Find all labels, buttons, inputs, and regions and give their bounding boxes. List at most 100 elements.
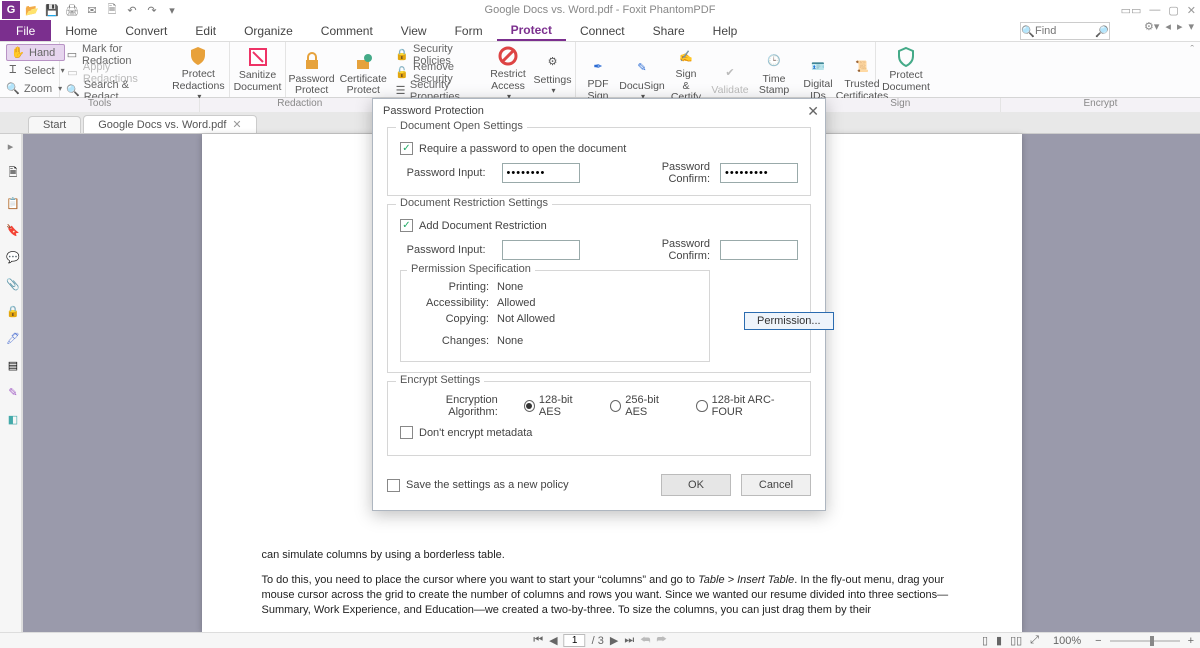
menu-home[interactable]: Home xyxy=(51,20,111,41)
close-tab-icon[interactable]: ✕ xyxy=(232,118,241,131)
alg-arcfour-radio[interactable]: 128-bit ARC-FOUR xyxy=(696,394,798,418)
ribbon-options-icon[interactable]: ⚙▾ xyxy=(1144,20,1159,33)
menu-convert[interactable]: Convert xyxy=(111,20,181,41)
search-redact[interactable]: 🔍Search & Redact xyxy=(66,82,162,99)
view-single-icon[interactable]: ▯ xyxy=(982,634,988,647)
view-continuous-icon[interactable]: ▮ xyxy=(996,634,1002,647)
tab-current-doc[interactable]: Google Docs vs. Word.pdf✕ xyxy=(83,115,256,133)
panel-review-icon[interactable]: ✎ xyxy=(8,386,17,399)
panel-signatures-icon[interactable]: 🖊 xyxy=(6,332,20,345)
panel-layers-icon[interactable]: ◧ xyxy=(8,413,18,426)
password-protect[interactable]: Password Protect xyxy=(286,47,337,99)
zoom-slider[interactable] xyxy=(1110,640,1180,642)
page-number-input[interactable] xyxy=(564,634,586,647)
close-window-icon[interactable]: ✕ xyxy=(1187,4,1196,17)
restrict-password-confirm[interactable] xyxy=(720,240,798,260)
save-icon[interactable]: 💾 xyxy=(44,2,60,18)
page-body-text: can simulate columns by using a borderle… xyxy=(262,548,962,627)
open-password-input[interactable] xyxy=(502,163,580,183)
status-bar: ⏮ ◀ / 3 ▶ ⏭ ⮪ ⮫ ▯ ▮ ▯▯ ⤢ 100% − + xyxy=(0,632,1200,648)
nav-fwd-icon[interactable]: ▸ xyxy=(1177,20,1183,33)
nav-history-fwd-icon[interactable]: ⮫ xyxy=(656,634,666,647)
redo-icon[interactable]: ↷ xyxy=(144,2,160,18)
menu-bar: File Home Convert Edit Organize Comment … xyxy=(0,20,1200,42)
permission-button[interactable]: Permission... xyxy=(744,312,834,330)
restrict-password-input[interactable] xyxy=(502,240,580,260)
panel-page-icon[interactable]: 🗎 xyxy=(9,164,18,183)
add-restriction-checkbox[interactable]: ✓ xyxy=(400,219,413,232)
prev-page-icon[interactable]: ◀ xyxy=(549,634,557,647)
no-encrypt-metadata-checkbox[interactable] xyxy=(400,426,413,439)
cancel-button[interactable]: Cancel xyxy=(741,474,811,496)
close-dialog-icon[interactable]: ✕ xyxy=(807,103,819,120)
menu-comment[interactable]: Comment xyxy=(307,20,387,41)
file-tab[interactable]: File xyxy=(0,20,51,41)
menu-organize[interactable]: Organize xyxy=(230,20,307,41)
layout-toggle-icon[interactable]: ▭▭ xyxy=(1121,4,1142,17)
docusign[interactable]: ✎DocuSign▾ xyxy=(620,54,664,104)
panel-clipboard-icon[interactable]: 📋 xyxy=(6,197,20,210)
validate: ✔Validate xyxy=(708,58,752,99)
pdf-sign[interactable]: ✒PDF Sign xyxy=(576,52,620,104)
ok-button[interactable]: OK xyxy=(661,474,731,496)
lock-icon xyxy=(300,49,324,73)
save-policy-checkbox[interactable] xyxy=(387,479,400,492)
menu-protect[interactable]: Protect xyxy=(497,20,566,41)
menu-connect[interactable]: Connect xyxy=(566,20,639,41)
tab-start[interactable]: Start xyxy=(28,116,81,133)
zoom-out-icon[interactable]: − xyxy=(1095,635,1101,647)
new-icon[interactable]: 🗎 xyxy=(104,2,120,18)
clock-icon: 🕒 xyxy=(762,49,786,73)
menu-help[interactable]: Help xyxy=(699,20,752,41)
group-label-tools: Tools xyxy=(0,98,200,112)
open-password-confirm[interactable] xyxy=(720,163,798,183)
alg-128aes-radio[interactable]: 128-bit AES xyxy=(524,394,592,418)
print-icon[interactable]: 🖨 xyxy=(64,2,80,18)
settings-button[interactable]: ⚙ Settings▾ xyxy=(530,48,575,98)
qat-dropdown-icon[interactable]: ▾ xyxy=(164,2,180,18)
open-icon[interactable]: 📂 xyxy=(24,2,40,18)
email-icon[interactable]: ✉ xyxy=(84,2,100,18)
menu-edit[interactable]: Edit xyxy=(181,20,230,41)
next-page-icon[interactable]: ▶ xyxy=(610,634,618,647)
maximize-icon[interactable]: ▢ xyxy=(1168,4,1178,17)
protect-document[interactable]: Protect Document xyxy=(876,43,936,95)
security-properties[interactable]: ☰Security Properties xyxy=(395,82,480,99)
nav-history-back-icon[interactable]: ⮪ xyxy=(640,634,650,647)
password-protection-dialog: Password Protection ✕ Document Open Sett… xyxy=(372,98,826,511)
validate-icon: ✔ xyxy=(718,60,742,84)
panel-bookmark-icon[interactable]: 🔖 xyxy=(6,224,20,237)
panel-comment-icon[interactable]: 💬 xyxy=(6,251,20,264)
menu-form[interactable]: Form xyxy=(441,20,497,41)
tool-hand[interactable]: ✋Hand xyxy=(6,44,65,61)
panel-attachment-icon[interactable]: 📎 xyxy=(6,278,20,291)
find-input[interactable] xyxy=(1035,25,1095,37)
menu-view[interactable]: View xyxy=(387,20,441,41)
menu-share[interactable]: Share xyxy=(639,20,699,41)
panel-fields-icon[interactable]: ▤ xyxy=(8,359,18,372)
search-redact-icon: 🔍 xyxy=(66,84,80,98)
zoom-percent: 100% xyxy=(1053,635,1081,647)
last-page-icon[interactable]: ⏭ xyxy=(624,634,634,647)
minimize-icon[interactable]: — xyxy=(1149,4,1160,17)
undo-icon[interactable]: ↶ xyxy=(124,2,140,18)
zoom-in-icon[interactable]: + xyxy=(1188,635,1194,647)
find-go-icon[interactable]: 🔎 xyxy=(1095,25,1109,38)
view-fit-icon[interactable]: ⤢ xyxy=(1030,634,1039,647)
digital-ids[interactable]: 🪪Digital IDs xyxy=(796,52,840,104)
ribbon-collapse-caret[interactable]: ˆ xyxy=(936,42,1200,97)
nav-back-icon[interactable]: ◂ xyxy=(1165,20,1171,33)
ribbon-collapse-icon[interactable]: ▾ xyxy=(1188,20,1194,33)
first-page-icon[interactable]: ⏮ xyxy=(533,634,543,647)
tool-select[interactable]: ᏆSelect▾ xyxy=(6,62,65,79)
panel-security-icon[interactable]: 🔒 xyxy=(6,305,20,318)
tool-zoom[interactable]: 🔍Zoom▾ xyxy=(6,80,65,97)
alg-256aes-radio[interactable]: 256-bit AES xyxy=(610,394,678,418)
find-box[interactable]: 🔍 🔎 xyxy=(1020,22,1110,40)
require-open-pw-checkbox[interactable]: ✓ xyxy=(400,142,413,155)
sanitize-document[interactable]: Sanitize Document xyxy=(230,43,285,95)
view-facing-icon[interactable]: ▯▯ xyxy=(1010,634,1022,647)
restrict-access[interactable]: Restrict Access▾ xyxy=(486,42,530,103)
certificate-protect[interactable]: Certificate Protect xyxy=(337,47,389,99)
protect-redactions[interactable]: Protect Redactions▾ xyxy=(168,42,229,103)
